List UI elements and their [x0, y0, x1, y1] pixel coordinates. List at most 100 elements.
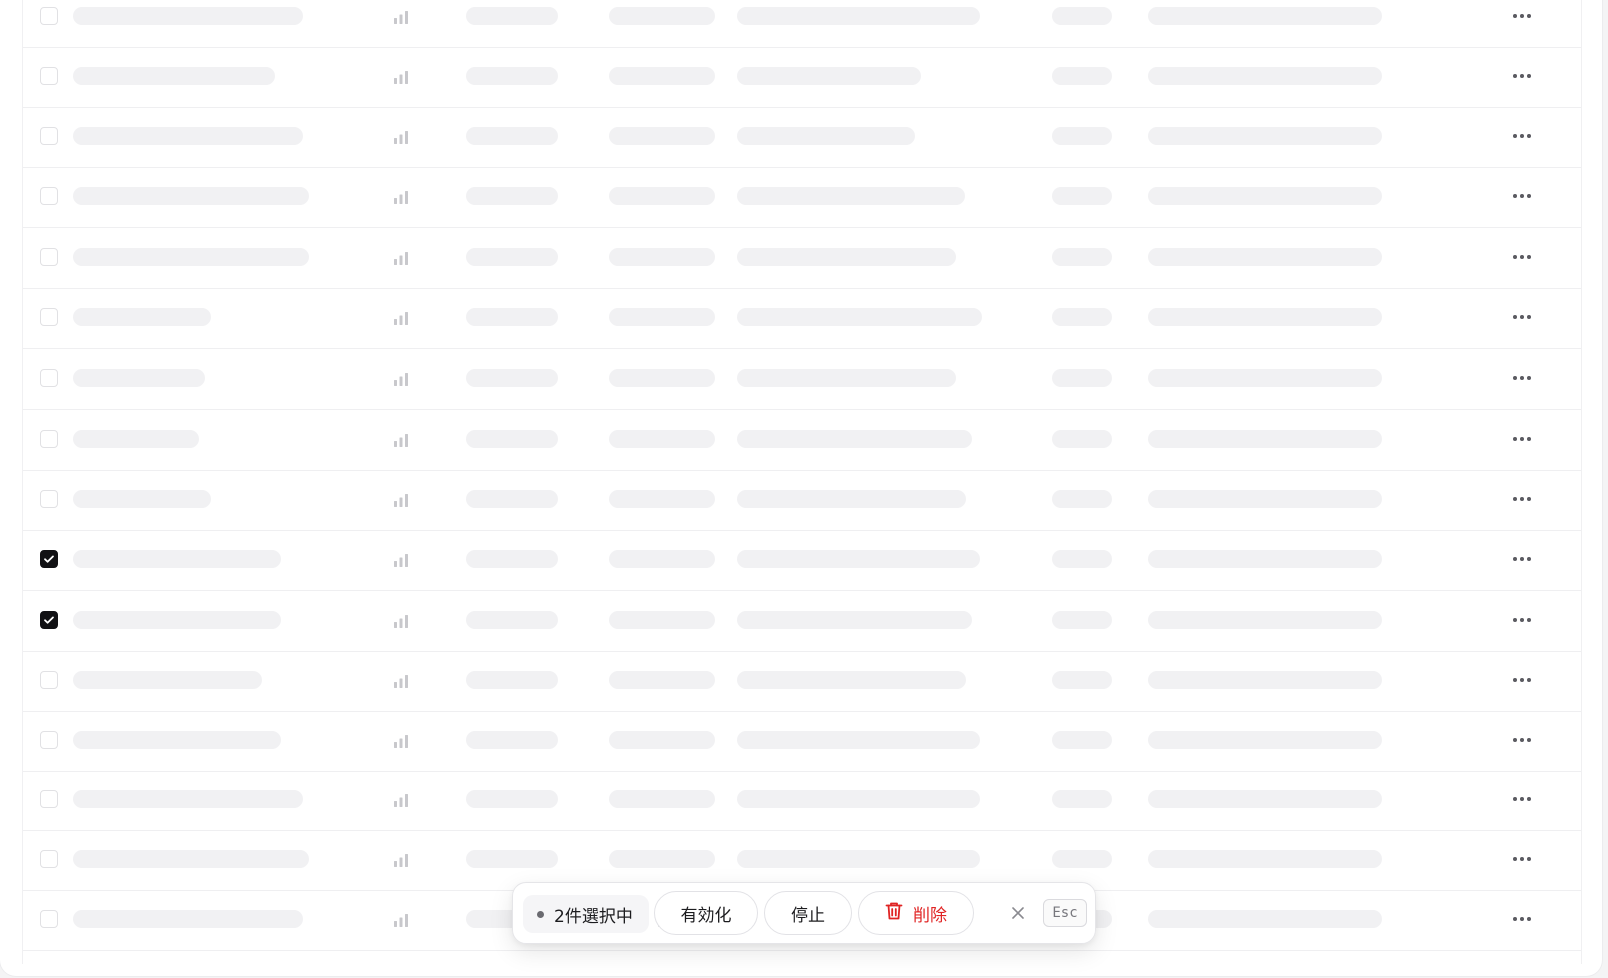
skeleton-cell: [466, 731, 558, 749]
skeleton-cell: [466, 369, 558, 387]
skeleton-cell: [1148, 611, 1382, 629]
row-checkbox[interactable]: [40, 490, 58, 508]
more-horizontal-icon[interactable]: [1511, 670, 1533, 690]
skeleton-cell: [1148, 308, 1382, 326]
skeleton-cell: [1148, 127, 1382, 145]
skeleton-cell: [466, 850, 558, 868]
row-checkbox[interactable]: [40, 611, 58, 629]
skeleton-cell: [609, 490, 715, 508]
table-row[interactable]: [23, 287, 1581, 349]
bar-chart-icon: [393, 492, 409, 508]
table-row[interactable]: [23, 710, 1581, 772]
skeleton-description: [737, 490, 966, 508]
bar-chart-icon: [393, 552, 409, 568]
table-row[interactable]: [23, 106, 1581, 168]
table-row[interactable]: [23, 590, 1581, 652]
table-row[interactable]: [23, 469, 1581, 531]
row-checkbox[interactable]: [40, 731, 58, 749]
skeleton-name: [73, 308, 211, 326]
skeleton-description: [737, 369, 956, 387]
skeleton-description: [737, 187, 965, 205]
data-table: [22, 0, 1582, 964]
table-row[interactable]: [23, 650, 1581, 712]
table-row[interactable]: [23, 46, 1581, 108]
more-horizontal-icon[interactable]: [1511, 429, 1533, 449]
more-horizontal-icon[interactable]: [1511, 489, 1533, 509]
close-icon[interactable]: [1008, 903, 1028, 923]
skeleton-name: [73, 850, 309, 868]
skeleton-name: [73, 731, 281, 749]
more-horizontal-icon[interactable]: [1511, 849, 1533, 869]
skeleton-description: [737, 611, 972, 629]
row-checkbox[interactable]: [40, 187, 58, 205]
row-checkbox[interactable]: [40, 671, 58, 689]
table-row[interactable]: [23, 0, 1581, 48]
more-horizontal-icon[interactable]: [1511, 730, 1533, 750]
table-row[interactable]: [23, 166, 1581, 228]
skeleton-cell: [1148, 490, 1382, 508]
skeleton-cell: [1052, 308, 1112, 326]
more-horizontal-icon[interactable]: [1511, 66, 1533, 86]
table-row[interactable]: [23, 227, 1581, 289]
bar-chart-icon: [393, 129, 409, 145]
trash-icon: [885, 901, 903, 926]
skeleton-cell: [466, 248, 558, 266]
skeleton-name: [73, 187, 309, 205]
row-checkbox[interactable]: [40, 7, 58, 25]
enable-button[interactable]: 有効化: [654, 891, 758, 935]
skeleton-cell: [466, 7, 558, 25]
table-row[interactable]: [23, 409, 1581, 471]
row-checkbox[interactable]: [40, 308, 58, 326]
row-checkbox[interactable]: [40, 550, 58, 568]
skeleton-cell: [1148, 7, 1382, 25]
skeleton-cell: [609, 308, 715, 326]
skeleton-cell: [609, 7, 715, 25]
skeleton-cell: [609, 850, 715, 868]
skeleton-cell: [466, 187, 558, 205]
more-horizontal-icon[interactable]: [1511, 126, 1533, 146]
skeleton-name: [73, 430, 199, 448]
skeleton-name: [73, 550, 281, 568]
row-checkbox[interactable]: [40, 67, 58, 85]
bar-chart-icon: [393, 432, 409, 448]
bar-chart-icon: [393, 189, 409, 205]
more-horizontal-icon[interactable]: [1511, 789, 1533, 809]
row-checkbox[interactable]: [40, 430, 58, 448]
table-row[interactable]: [23, 769, 1581, 831]
skeleton-cell: [1052, 248, 1112, 266]
row-checkbox[interactable]: [40, 248, 58, 266]
more-horizontal-icon[interactable]: [1511, 307, 1533, 327]
table-row[interactable]: [23, 529, 1581, 591]
skeleton-cell: [1052, 850, 1112, 868]
stop-button[interactable]: 停止: [764, 891, 852, 935]
page: 2件選択中 有効化 停止 削除 Esc: [0, 0, 1608, 978]
more-horizontal-icon[interactable]: [1511, 909, 1533, 929]
skeleton-cell: [1148, 67, 1382, 85]
more-horizontal-icon[interactable]: [1511, 186, 1533, 206]
row-checkbox[interactable]: [40, 910, 58, 928]
enable-button-label: 有効化: [680, 905, 732, 926]
row-checkbox[interactable]: [40, 850, 58, 868]
row-checkbox[interactable]: [40, 127, 58, 145]
skeleton-cell: [1052, 490, 1112, 508]
skeleton-cell: [609, 671, 715, 689]
more-horizontal-icon[interactable]: [1511, 549, 1533, 569]
skeleton-cell: [609, 369, 715, 387]
skeleton-cell: [1148, 248, 1382, 266]
more-horizontal-icon[interactable]: [1511, 610, 1533, 630]
more-horizontal-icon[interactable]: [1511, 368, 1533, 388]
skeleton-name: [73, 611, 281, 629]
row-checkbox[interactable]: [40, 369, 58, 387]
table-row[interactable]: [23, 348, 1581, 410]
skeleton-name: [73, 67, 275, 85]
skeleton-cell: [1052, 67, 1112, 85]
more-horizontal-icon[interactable]: [1511, 247, 1533, 267]
skeleton-description: [737, 7, 980, 25]
skeleton-cell: [466, 550, 558, 568]
skeleton-cell: [609, 67, 715, 85]
more-horizontal-icon[interactable]: [1511, 6, 1533, 26]
skeleton-description: [737, 550, 980, 568]
skeleton-cell: [1148, 187, 1382, 205]
delete-button[interactable]: 削除: [858, 891, 974, 935]
row-checkbox[interactable]: [40, 790, 58, 808]
